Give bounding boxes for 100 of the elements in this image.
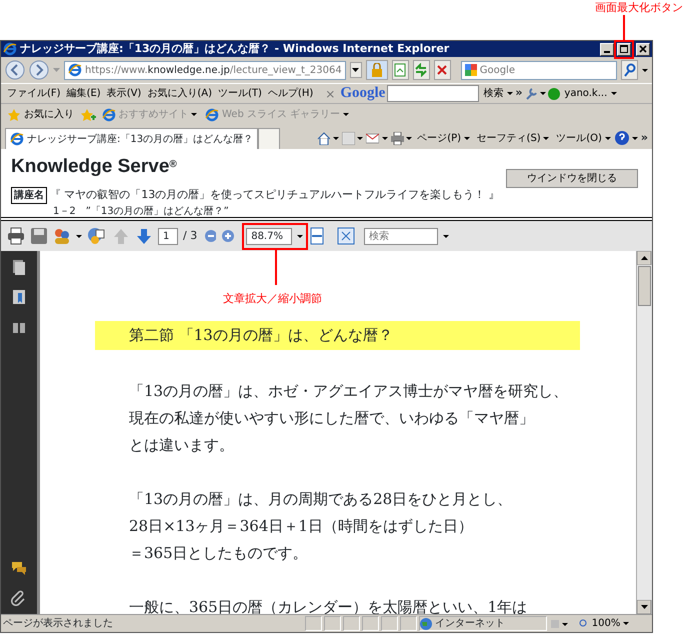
menu-item[interactable]: ヘルプ(H): [266, 86, 316, 101]
menu-item[interactable]: ファイル(F): [5, 86, 63, 101]
search-button[interactable]: [621, 60, 638, 80]
document-paragraph: 「13の月の暦」は、ホゼ・アグエイアス博士がマヤ暦を研究し、 現在の私達が使いやすい形にした暦で、いわゆる「マヤ暦」 とは違います。: [128, 380, 570, 456]
zoom-field[interactable]: 88.7%: [246, 228, 292, 244]
status-panel: [305, 616, 322, 631]
help-icon[interactable]: [615, 131, 630, 145]
scroll-up-icon[interactable]: [637, 251, 652, 265]
status-dot-icon: [548, 88, 560, 100]
status-panel: [362, 616, 379, 631]
menu-item[interactable]: 表示(V): [104, 86, 144, 101]
minimize-button[interactable]: [600, 42, 614, 56]
comment-icon[interactable]: [11, 560, 27, 576]
annotation-line: [623, 15, 625, 40]
caret-icon[interactable]: [443, 234, 450, 238]
save-icon[interactable]: [30, 227, 48, 245]
caret-icon: [342, 113, 349, 116]
page-icon: [102, 108, 116, 122]
stop-icon: [435, 63, 450, 77]
mail-icon[interactable]: [366, 132, 380, 144]
zoom-in-icon[interactable]: [221, 227, 236, 245]
document-heading: 第二節 「13の月の暦」は、どんな暦？: [95, 321, 580, 350]
page-icon: [68, 63, 82, 77]
scroll-down-icon[interactable]: [637, 600, 652, 614]
caret-icon[interactable]: [406, 136, 412, 140]
google-logo: Google: [340, 84, 386, 104]
caret-icon[interactable]: [642, 68, 648, 72]
caret-icon[interactable]: [357, 136, 364, 140]
caret-icon[interactable]: [507, 92, 514, 95]
down-arrow-icon[interactable]: [135, 227, 153, 245]
pages-icon[interactable]: [11, 259, 27, 275]
url-text: https://www.knowledge.ne.jp/lecture_view_t_23064: [85, 64, 342, 78]
caret-icon[interactable]: [632, 136, 638, 140]
more-chevron[interactable]: »: [640, 130, 648, 146]
bookmark-icon[interactable]: [11, 289, 27, 305]
browser-tab[interactable]: ナレッジサーブ講座:「13の月の暦」はどんな暦？: [5, 128, 258, 149]
forward-button[interactable]: [29, 60, 49, 80]
site-logo: Knowledge Serve$^{®}$: [11, 155, 177, 179]
caret-icon[interactable]: [540, 92, 546, 95]
status-panel: [381, 616, 398, 631]
new-tab-button[interactable]: [258, 128, 280, 149]
close-icon: [639, 45, 647, 53]
page-icon: [205, 108, 220, 122]
google-search-button[interactable]: 検索: [481, 86, 506, 101]
menu-item[interactable]: 編集(E): [64, 86, 103, 101]
annotation-label: 文章拡大／縮小調節: [223, 291, 322, 307]
caret-icon: [191, 113, 198, 116]
search-provider-icon: [464, 64, 477, 76]
annotation-box: [242, 222, 308, 250]
paperclip-icon[interactable]: [11, 590, 27, 606]
printer-icon[interactable]: [7, 227, 25, 245]
caret-icon[interactable]: [332, 136, 339, 140]
full-screen-icon[interactable]: [337, 227, 356, 245]
caret-icon[interactable]: [382, 136, 388, 140]
caret-icon: [623, 622, 630, 625]
maximize-icon: [620, 45, 628, 53]
command-menu[interactable]: セーフティ(S): [474, 130, 552, 146]
annotation-label: 画面最大化ボタン: [595, 0, 683, 16]
caret-icon: [464, 136, 470, 140]
zoom-level-menu[interactable]: 100%: [577, 616, 632, 631]
back-button[interactable]: [5, 60, 25, 80]
lock-icon: [370, 63, 384, 77]
caret-icon: [352, 68, 360, 72]
window-title: ナレッジサーブ講座:「13の月の暦」はどんな暦？ - Windows Internet Explorer: [20, 40, 450, 57]
menu-item[interactable]: ツール(T): [216, 86, 264, 101]
caret-icon[interactable]: [611, 92, 618, 95]
account-menu[interactable]: yano.k...: [562, 86, 610, 101]
document-paragraph: 「13の月の暦」は、月の周期である28日をひと月とし、 28日×13ヶ月＝364日＋1日（時間をはずした日） ＝365日としたものです。: [128, 488, 514, 564]
zoom-out-icon[interactable]: [202, 227, 216, 245]
page-total: / 3: [183, 228, 198, 244]
course-label: 講座名: [11, 187, 47, 204]
caret-icon[interactable]: [297, 234, 304, 238]
close-window-button[interactable]: ウインドウを閉じる: [506, 169, 638, 188]
search-field[interactable]: Google: [460, 60, 618, 80]
maximize-button[interactable]: [617, 42, 631, 56]
home-icon[interactable]: [317, 132, 330, 144]
menu-item[interactable]: お気に入り(A): [145, 86, 214, 101]
refresh-button[interactable]: [412, 60, 430, 80]
favorites-item[interactable]: お気に入り: [5, 107, 76, 122]
status-panel: [324, 616, 341, 631]
compatibility-button[interactable]: [392, 60, 409, 80]
star-icon: [7, 108, 21, 122]
status-message: ページが表示されました: [3, 616, 114, 631]
annotation-box: [614, 40, 634, 58]
caret-icon[interactable]: [76, 234, 82, 238]
annotation-line: [275, 250, 277, 285]
page-number-field[interactable]: 1: [158, 228, 178, 244]
address-dropdown-button[interactable]: [350, 62, 362, 78]
command-menu[interactable]: ページ(P): [415, 130, 472, 146]
pdf-search-field[interactable]: 検索: [364, 228, 438, 244]
printer-icon[interactable]: [390, 132, 404, 144]
stop-button[interactable]: [434, 60, 451, 80]
browser-logo-icon: [3, 42, 17, 56]
status-panel: [343, 616, 360, 631]
command-menu[interactable]: ツール(O): [554, 130, 613, 146]
more-chevron[interactable]: »: [515, 85, 522, 102]
google-search-field[interactable]: [387, 85, 480, 102]
close-button[interactable]: [636, 42, 650, 56]
caret-icon: [604, 136, 611, 140]
address-field[interactable]: https://www.knowledge.ne.jp/lecture_view_t_23064: [64, 60, 346, 80]
